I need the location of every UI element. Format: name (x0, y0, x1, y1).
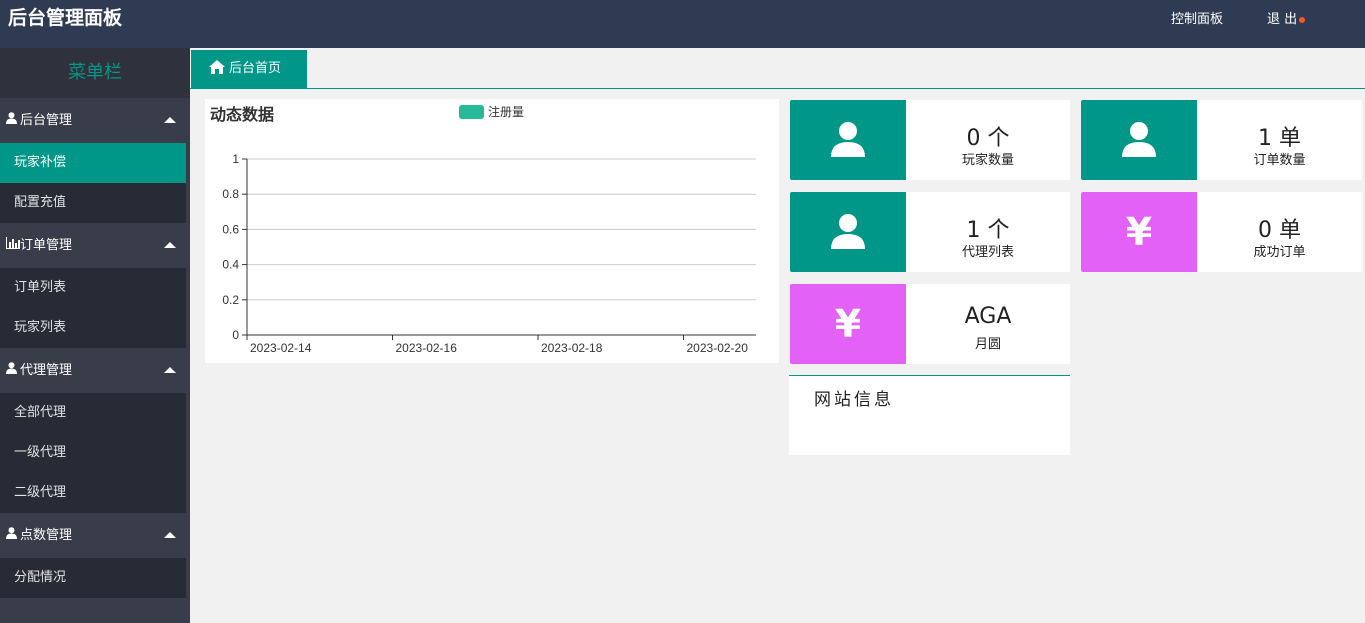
legend-swatch (459, 105, 484, 119)
y-tick-label: 0.6 (222, 222, 239, 236)
stat-label: 成功订单 (1253, 245, 1306, 260)
chart-title: 动态数据 (210, 105, 275, 124)
stat-icon-box (790, 100, 906, 180)
tab-bar: 后台首页 (190, 48, 1365, 89)
logout-link[interactable]: 退 出 (1267, 8, 1306, 27)
user-icon (831, 122, 865, 157)
y-tick-label: 0 (232, 328, 239, 342)
stat-value: AGA (964, 304, 1012, 329)
registration-chart: 0 0.2 0.4 0.6 0.8 1 2023-02-14 2023-02-16 2023-0… (222, 152, 756, 355)
sidebar-item-player-compensation[interactable]: 玩家补偿 (0, 143, 186, 183)
y-tick-label: 0.8 (222, 187, 239, 201)
stat-label: 代理列表 (961, 245, 1014, 260)
site-info-title: 网站信息 (814, 390, 894, 410)
bar-chart-icon (6, 223, 20, 268)
sidebar-group-agents[interactable]: 代理管理 (0, 348, 190, 393)
sidebar-title: 菜单栏 (0, 48, 190, 98)
sidebar-group-orders[interactable]: 订单管理 (0, 223, 190, 268)
user-icon (1122, 122, 1156, 157)
x-tick-label: 2023-02-20 (687, 341, 749, 355)
stat-card-players[interactable]: 0 个 玩家数量 (790, 100, 1070, 180)
sidebar-group-admin[interactable]: 后台管理 (0, 98, 190, 143)
site-info-panel: 网站信息 (789, 375, 1070, 455)
brand-title: 后台管理面板 (8, 7, 123, 29)
caret-up-icon (164, 117, 176, 123)
stat-value: 1 单 (1258, 126, 1301, 151)
tab-label: 后台首页 (229, 61, 282, 76)
stat-icon-box (1081, 100, 1197, 180)
legend-label: 注册量 (488, 105, 525, 119)
stat-icon-box (790, 192, 906, 272)
sidebar-item-recharge-config[interactable]: 配置充值 (0, 183, 186, 223)
user-icon (6, 513, 20, 558)
notification-dot-icon (1299, 16, 1306, 23)
yen-icon: ¥ (790, 284, 906, 364)
y-tick-label: 0.2 (222, 293, 239, 307)
stat-label: 订单数量 (1253, 153, 1306, 168)
user-icon (6, 348, 20, 393)
sidebar-item-allocation[interactable]: 分配情况 (0, 558, 186, 598)
sidebar-group-label: 后台管理 (20, 113, 73, 128)
yen-icon: ¥ (1081, 192, 1197, 272)
sidebar-item-order-list[interactable]: 订单列表 (0, 268, 186, 308)
x-tick-label: 2023-02-16 (396, 341, 458, 355)
stat-value: 1 个 (966, 218, 1010, 243)
caret-up-icon (164, 242, 176, 248)
sidebar-item-all-agents[interactable]: 全部代理 (0, 393, 186, 433)
user-icon (6, 98, 20, 143)
sidebar-group-label: 代理管理 (20, 363, 73, 378)
caret-up-icon (164, 532, 176, 538)
stat-card-agents[interactable]: 1 个 代理列表 (790, 192, 1070, 272)
x-tick-label: 2023-02-18 (541, 341, 603, 355)
user-icon (831, 214, 865, 249)
stat-label: 玩家数量 (961, 153, 1014, 168)
stat-card-monthly[interactable]: ¥ AGA 月圆 (790, 284, 1070, 364)
sidebar: 菜单栏 后台管理 玩家补偿 配置充值 订单管理 订单列表 玩家列表 代理管理 全… (0, 48, 190, 623)
stat-card-success-orders[interactable]: ¥ 0 单 成功订单 (1081, 192, 1362, 272)
tab-home[interactable]: 后台首页 (191, 50, 307, 88)
home-icon (209, 60, 225, 74)
stat-label: 月圆 (974, 337, 1001, 352)
sidebar-group-points[interactable]: 点数管理 (0, 513, 190, 558)
sidebar-item-player-list[interactable]: 玩家列表 (0, 308, 186, 348)
y-tick-label: 0.4 (222, 258, 239, 272)
chart-panel: 0 0.2 0.4 0.6 0.8 1 2023-02-14 2023-02-16 2023-0… (205, 99, 779, 363)
control-panel-link[interactable]: 控制面板 (1171, 8, 1223, 27)
stat-value: 0 单 (1258, 218, 1301, 243)
caret-up-icon (164, 367, 176, 373)
chart-legend[interactable]: 注册量 (459, 103, 524, 120)
sidebar-group-label: 点数管理 (20, 528, 73, 543)
sidebar-item-level2-agents[interactable]: 二级代理 (0, 473, 186, 513)
sidebar-group-label: 订单管理 (20, 238, 73, 253)
x-tick-label: 2023-02-14 (250, 341, 312, 355)
top-bar: 后台管理面板 控制面板 退 出 (0, 0, 1365, 48)
stat-card-orders[interactable]: 1 单 订单数量 (1081, 100, 1362, 180)
stat-value: 0 个 (966, 126, 1010, 151)
sidebar-item-level1-agents[interactable]: 一级代理 (0, 433, 186, 473)
y-tick-label: 1 (232, 152, 239, 166)
logout-label: 退 出 (1267, 12, 1298, 27)
